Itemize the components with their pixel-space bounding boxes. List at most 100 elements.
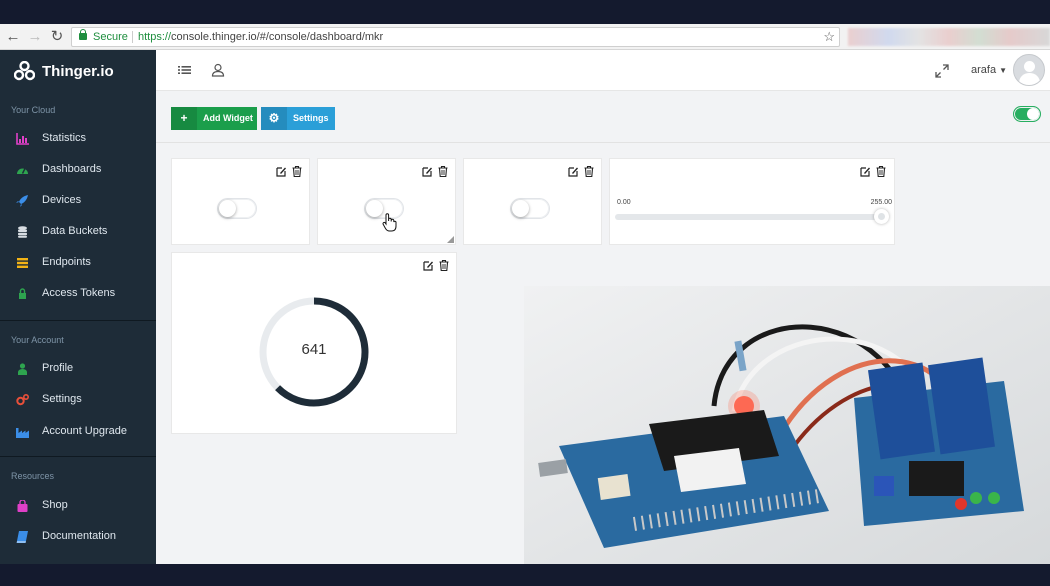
avatar-head bbox=[1024, 61, 1035, 72]
secure-label: Secure bbox=[93, 31, 128, 43]
sidebar-item-statistics[interactable]: Statistics bbox=[0, 127, 156, 151]
slider-max-label: 255.00 bbox=[870, 199, 892, 206]
sidebar-item-documentation[interactable]: Documentation bbox=[0, 525, 156, 549]
add-widget-button[interactable]: + Add Widget bbox=[171, 107, 257, 130]
edit-icon[interactable] bbox=[860, 166, 870, 177]
gauge-value: 641 bbox=[301, 341, 327, 358]
edit-icon[interactable] bbox=[276, 166, 286, 177]
sidebar-item-profile[interactable]: Profile bbox=[0, 357, 156, 381]
user-outline-icon[interactable] bbox=[211, 63, 225, 77]
industry-icon bbox=[16, 428, 29, 438]
caret-down-icon: ▼ bbox=[999, 66, 1008, 75]
sidebar-item-data-buckets[interactable]: Data Buckets bbox=[0, 220, 156, 244]
sidebar-item-label: Documentation bbox=[42, 530, 116, 542]
brand[interactable]: Thinger.io bbox=[0, 50, 156, 92]
thinger-logo-icon bbox=[14, 61, 35, 81]
plus-icon: + bbox=[171, 107, 197, 130]
hand-cursor-icon bbox=[382, 213, 397, 232]
lock-icon bbox=[19, 288, 26, 299]
section-title-your-account: Your Account bbox=[11, 335, 64, 345]
forward-arrow-icon[interactable]: → bbox=[27, 29, 43, 45]
settings-button[interactable]: ⚙ Settings bbox=[261, 107, 335, 130]
edit-icon[interactable] bbox=[422, 166, 432, 177]
shopping-bag-icon bbox=[17, 500, 28, 512]
sidebar-item-dashboards[interactable]: Dashboards bbox=[0, 158, 156, 182]
address-separator bbox=[132, 31, 133, 43]
url-text: https://console.thinger.io/#/console/das… bbox=[138, 28, 383, 46]
book-icon bbox=[16, 531, 28, 543]
slider-handle[interactable] bbox=[874, 209, 889, 224]
donut-gauge-widget: 641 bbox=[171, 252, 457, 434]
rocket-icon bbox=[16, 195, 28, 207]
expand-icon[interactable] bbox=[935, 64, 949, 78]
slider-track[interactable] bbox=[615, 214, 887, 220]
chart-icon bbox=[16, 133, 29, 145]
sidebar-item-shop[interactable]: Shop bbox=[0, 494, 156, 518]
sidebar-item-label: Settings bbox=[42, 393, 82, 405]
sidebar-item-label: Shop bbox=[42, 499, 68, 511]
screen-top-bar bbox=[0, 0, 1050, 24]
top-header: arafa ▼ bbox=[156, 50, 1050, 91]
main-content: arafa ▼ + Add Widget ⚙ Settings 0.00 255… bbox=[156, 50, 1050, 564]
sidebar-item-devices[interactable]: Devices bbox=[0, 189, 156, 213]
browser-toolbar: ← → ↻ Secure https://console.thinger.io/… bbox=[0, 24, 1050, 50]
dashboard-icon bbox=[17, 168, 28, 174]
section-title-your-cloud: Your Cloud bbox=[11, 105, 56, 115]
sidebar-item-label: Data Buckets bbox=[42, 225, 108, 237]
sidebar-item-label: Access Tokens bbox=[42, 287, 116, 299]
avatar-icon[interactable] bbox=[1013, 54, 1045, 86]
sidebar: Thinger.io Your Cloud Statistics Dashboa… bbox=[0, 50, 156, 564]
trash-icon[interactable] bbox=[438, 166, 448, 177]
avatar-body bbox=[1019, 73, 1040, 85]
trash-icon[interactable] bbox=[439, 260, 449, 271]
toggle-knob bbox=[219, 200, 236, 217]
extension-icons bbox=[848, 28, 1050, 46]
user-menu[interactable]: arafa ▼ bbox=[971, 64, 1007, 76]
sidebar-item-label: Dashboards bbox=[42, 163, 102, 175]
trash-icon[interactable] bbox=[584, 166, 594, 177]
section-title-resources: Resources bbox=[11, 471, 55, 481]
lock-icon bbox=[79, 29, 87, 40]
toggle-knob bbox=[366, 200, 383, 217]
sidebar-item-settings[interactable]: Settings bbox=[0, 388, 156, 412]
settings-label: Settings bbox=[293, 113, 329, 123]
endpoints-icon bbox=[17, 258, 28, 268]
sidebar-item-label: Devices bbox=[42, 194, 82, 206]
sidebar-divider bbox=[0, 456, 156, 457]
url-path: console.thinger.io/#/console/dashboard/m… bbox=[171, 31, 384, 43]
toggle-widget bbox=[317, 158, 456, 245]
user-name: arafa bbox=[971, 64, 997, 76]
toggle-knob bbox=[512, 200, 529, 217]
cogs-icon bbox=[16, 394, 29, 406]
trash-icon[interactable] bbox=[876, 166, 886, 177]
toggle-widget bbox=[463, 158, 602, 245]
dashboard-edit-toggle[interactable] bbox=[1013, 106, 1041, 122]
sidebar-item-account-upgrade[interactable]: Account Upgrade bbox=[0, 420, 156, 444]
slider-widget: 0.00 255.00 bbox=[609, 158, 895, 245]
sidebar-item-endpoints[interactable]: Endpoints bbox=[0, 251, 156, 275]
brand-name: Thinger.io bbox=[42, 63, 114, 80]
edit-icon[interactable] bbox=[568, 166, 578, 177]
database-icon bbox=[18, 226, 27, 238]
star-icon[interactable]: ☆ bbox=[823, 28, 835, 46]
reload-icon[interactable]: ↻ bbox=[49, 29, 65, 45]
relay-toggle-switch[interactable] bbox=[510, 198, 550, 219]
gear-icon: ⚙ bbox=[261, 107, 287, 130]
add-widget-label: Add Widget bbox=[203, 113, 253, 123]
trash-icon[interactable] bbox=[292, 166, 302, 177]
edit-icon[interactable] bbox=[423, 260, 433, 271]
resize-handle-icon[interactable] bbox=[447, 236, 454, 243]
address-bar[interactable]: Secure https://console.thinger.io/#/cons… bbox=[71, 27, 840, 47]
sidebar-divider bbox=[0, 320, 156, 321]
toggle-knob bbox=[1027, 108, 1039, 120]
led-toggle-switch[interactable] bbox=[217, 198, 257, 219]
screen-bottom-bar bbox=[0, 564, 1050, 586]
sidebar-item-label: Account Upgrade bbox=[42, 425, 127, 437]
list-menu-icon[interactable] bbox=[178, 63, 192, 77]
back-arrow-icon[interactable]: ← bbox=[5, 29, 21, 45]
sidebar-item-label: Profile bbox=[42, 362, 74, 374]
user-icon bbox=[18, 363, 27, 375]
slider-min-label: 0.00 bbox=[617, 199, 631, 206]
sidebar-item-access-tokens[interactable]: Access Tokens bbox=[0, 282, 156, 306]
toggle-widget bbox=[171, 158, 310, 245]
